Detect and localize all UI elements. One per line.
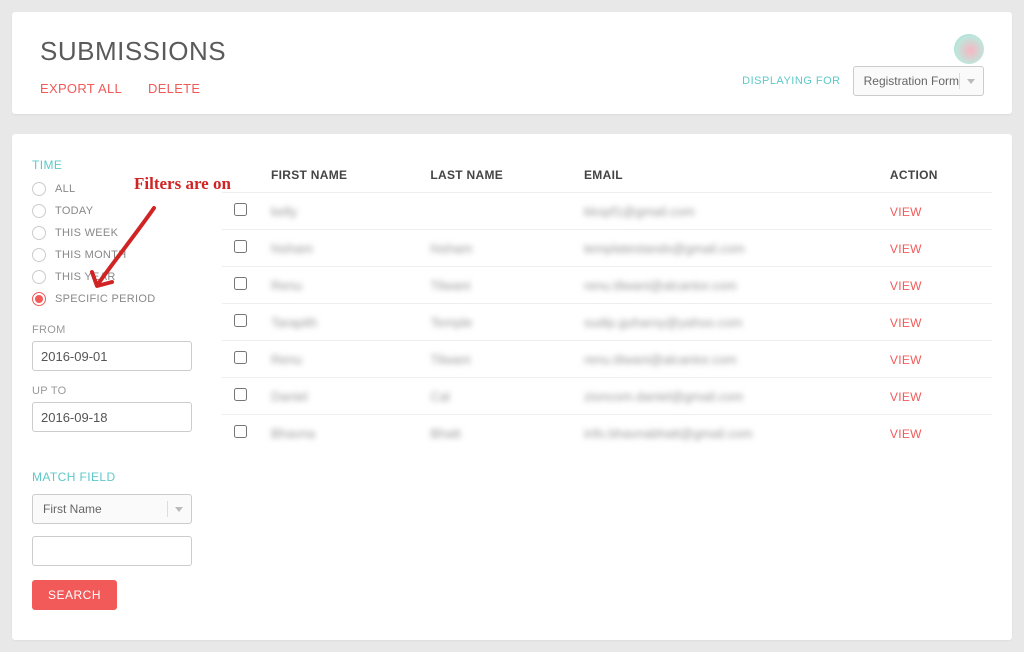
header-panel: SUBMISSIONS EXPORT ALL DELETE DISPLAYING…	[12, 12, 1012, 114]
row-checkbox[interactable]	[234, 203, 247, 216]
row-checkbox[interactable]	[234, 351, 247, 364]
radio-icon	[32, 226, 46, 240]
action-cell: VIEW	[878, 341, 992, 378]
column-last-name: LAST NAME	[418, 158, 572, 193]
filter-sidebar: TIME ALL TODAY THIS WEEK THIS MONTH THIS YEA…	[32, 158, 212, 610]
cell-last-name: Temple	[418, 304, 572, 341]
time-section-label: TIME	[32, 158, 212, 172]
table-row: kelly kkopf1@gmail.com VIEW	[222, 193, 992, 230]
submissions-table: FIRST NAME LAST NAME EMAIL ACTION kellyk…	[222, 158, 992, 451]
cell-last-name: hisham	[418, 230, 572, 267]
chevron-down-icon	[959, 73, 975, 89]
view-button[interactable]: VIEW	[890, 390, 922, 404]
table-row: DanielCalzioncom.daniel@gmail.com VIEW	[222, 378, 992, 415]
match-field-select[interactable]: First Name	[32, 494, 192, 524]
cell-first-name: Renu	[259, 267, 418, 304]
radio-label: TODAY	[55, 205, 93, 217]
column-email: EMAIL	[572, 158, 878, 193]
cell-first-name: Bhavna	[259, 415, 418, 452]
cell-email: renu.tilwani@alcantor.com	[572, 341, 878, 378]
column-first-name: FIRST NAME	[259, 158, 418, 193]
export-all-button[interactable]: EXPORT ALL	[40, 81, 122, 96]
radio-icon	[32, 270, 46, 284]
cell-last-name: Tilwani	[418, 341, 572, 378]
radio-icon	[32, 182, 46, 196]
row-checkbox[interactable]	[234, 425, 247, 438]
search-button[interactable]: SEARCH	[32, 580, 117, 610]
table-row: hishamhishamtemplatestands@gmail.comVIEW	[222, 230, 992, 267]
radio-label: THIS MONTH	[55, 249, 126, 261]
radio-icon	[32, 204, 46, 218]
time-radio-this-week[interactable]: THIS WEEK	[32, 226, 212, 240]
view-button[interactable]: VIEW	[890, 353, 922, 367]
radio-icon	[32, 292, 46, 306]
cell-first-name: Tarapith	[259, 304, 418, 341]
time-radio-this-month[interactable]: THIS MONTH	[32, 248, 212, 262]
column-action: ACTION	[878, 158, 992, 193]
view-button[interactable]: VIEW	[890, 316, 922, 330]
cell-last-name	[418, 193, 572, 230]
cell-first-name: hisham	[259, 230, 418, 267]
action-cell: VIEW	[878, 193, 992, 230]
cell-first-name: kelly	[259, 193, 418, 230]
match-field-value: First Name	[43, 502, 167, 516]
view-button[interactable]: VIEW	[890, 279, 922, 293]
action-cell: VIEW	[878, 415, 992, 452]
cell-first-name: Daniel	[259, 378, 418, 415]
match-field-label: MATCH FIELD	[32, 470, 212, 484]
from-date-input[interactable]	[32, 341, 192, 371]
row-checkbox[interactable]	[234, 314, 247, 327]
content-panel: TIME ALL TODAY THIS WEEK THIS MONTH THIS YEA…	[12, 134, 1012, 640]
action-cell: VIEW	[878, 267, 992, 304]
cell-email: templatestands@gmail.com	[572, 230, 878, 267]
displaying-for-label: DISPLAYING FOR	[742, 75, 840, 87]
form-select[interactable]: Registration Form	[853, 66, 984, 96]
row-checkbox[interactable]	[234, 388, 247, 401]
radio-label: ALL	[55, 183, 75, 195]
column-checkbox	[222, 158, 259, 193]
cell-email: renu.tilwani@alcantor.com	[572, 267, 878, 304]
table-body: kellykkopf1@gmail.comVIEWhishamhishamtem…	[222, 193, 992, 452]
cell-last-name: Cal	[418, 378, 572, 415]
cell-email: kkopf1@gmail.com	[572, 193, 878, 230]
cell-email: info.bhavnabhatt@gmail.com	[572, 415, 878, 452]
row-checkbox[interactable]	[234, 277, 247, 290]
radio-label: THIS YEAR	[55, 271, 116, 283]
match-query-input[interactable]	[32, 536, 192, 566]
cell-last-name: Bhatt	[418, 415, 572, 452]
time-radio-today[interactable]: TODAY	[32, 204, 212, 218]
chevron-down-icon	[167, 501, 183, 517]
time-radio-this-year[interactable]: THIS YEAR	[32, 270, 212, 284]
table-row: RenuTilwanirenu.tilwani@alcantor.com VIEW	[222, 341, 992, 378]
page-title: SUBMISSIONS	[40, 36, 984, 67]
upto-date-input[interactable]	[32, 402, 192, 432]
radio-icon	[32, 248, 46, 262]
delete-button[interactable]: DELETE	[148, 81, 200, 96]
view-button[interactable]: VIEW	[890, 205, 922, 219]
cell-email: zioncom.daniel@gmail.com	[572, 378, 878, 415]
avatar[interactable]	[954, 34, 984, 64]
view-button[interactable]: VIEW	[890, 427, 922, 441]
view-button[interactable]: VIEW	[890, 242, 922, 256]
submissions-table-wrap: FIRST NAME LAST NAME EMAIL ACTION kellyk…	[222, 158, 992, 451]
cell-email: sudip.guharoy@yahoo.com	[572, 304, 878, 341]
row-checkbox[interactable]	[234, 240, 247, 253]
upto-label: UP TO	[32, 385, 212, 397]
form-select-value: Registration Form	[864, 74, 959, 88]
radio-label: SPECIFIC PERIOD	[55, 293, 155, 305]
from-label: FROM	[32, 324, 212, 336]
time-radio-all[interactable]: ALL	[32, 182, 212, 196]
cell-last-name: Tilwani	[418, 267, 572, 304]
action-cell: VIEW	[878, 304, 992, 341]
cell-first-name: Renu	[259, 341, 418, 378]
action-cell: VIEW	[878, 378, 992, 415]
time-radio-specific-period[interactable]: SPECIFIC PERIOD	[32, 292, 212, 306]
header-right: DISPLAYING FOR Registration Form	[742, 66, 984, 96]
table-row: RenuTilwanirenu.tilwani@alcantor.com VIEW	[222, 267, 992, 304]
time-radio-list: ALL TODAY THIS WEEK THIS MONTH THIS YEAR SPEC…	[32, 182, 212, 306]
action-cell: VIEW	[878, 230, 992, 267]
table-row: TarapithTemplesudip.guharoy@yahoo.com VIE…	[222, 304, 992, 341]
radio-label: THIS WEEK	[55, 227, 118, 239]
table-row: BhavnaBhattinfo.bhavnabhatt@gmail.com VIE…	[222, 415, 992, 452]
